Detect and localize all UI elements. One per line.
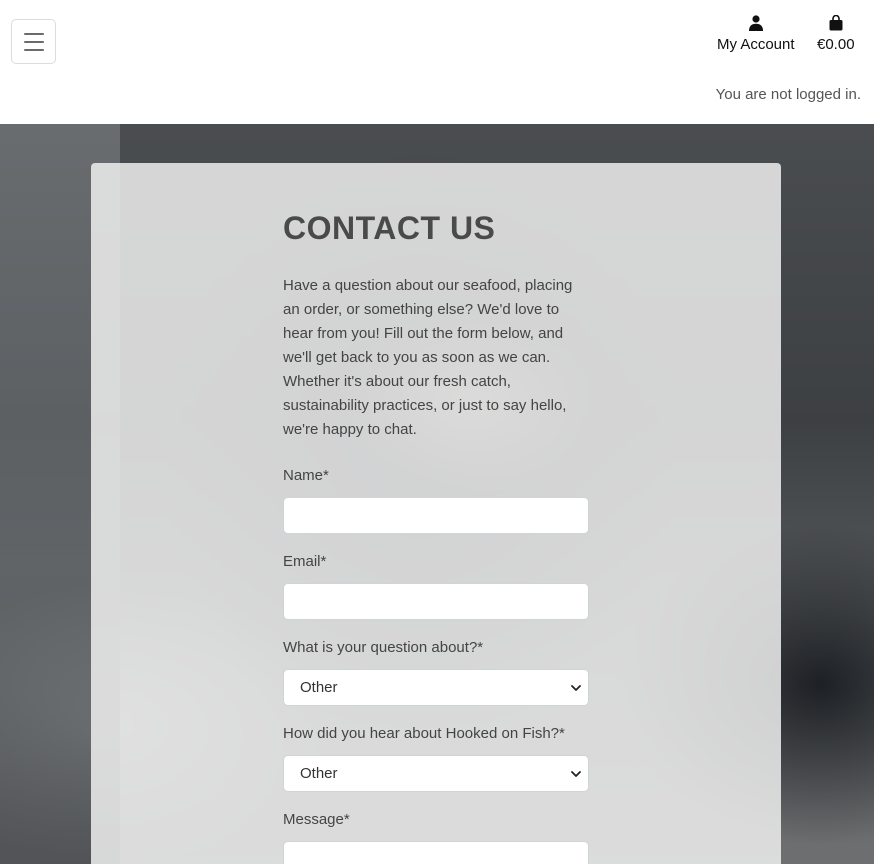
email-label: Email* [283,553,327,570]
my-account-link[interactable]: My Account [717,12,795,53]
hamburger-icon-line [23,48,44,51]
name-input[interactable] [283,497,589,534]
source-select[interactable]: Other [283,755,589,792]
shopping-bag-icon [829,12,843,34]
hamburger-icon-line [23,40,44,43]
user-icon [748,12,763,34]
login-status: You are not logged in. [715,86,861,103]
source-label: How did you hear about Hooked on Fish?* [283,725,565,742]
my-account-label: My Account [717,36,795,53]
contact-intro: Have a question about our seafood, placi… [283,277,573,438]
menu-toggle-button[interactable] [11,19,56,64]
chevron-down-icon [571,771,581,777]
bag-total: €0.00 [817,36,855,53]
topic-select[interactable]: Other [283,669,589,706]
message-label: Message* [283,811,350,828]
topic-label: What is your question about?* [283,639,484,656]
source-selected-value: Other [300,765,338,782]
chevron-down-icon [571,685,581,691]
top-header: My Account €0.00 You are not logged in. [0,0,874,124]
shopping-bag-link[interactable]: €0.00 [817,12,855,53]
topic-selected-value: Other [300,679,338,696]
name-label: Name* [283,467,329,484]
page-title: CONTACT US [283,210,496,246]
email-input[interactable] [283,583,589,620]
message-textarea[interactable] [283,841,589,864]
hamburger-icon-line [23,32,44,35]
